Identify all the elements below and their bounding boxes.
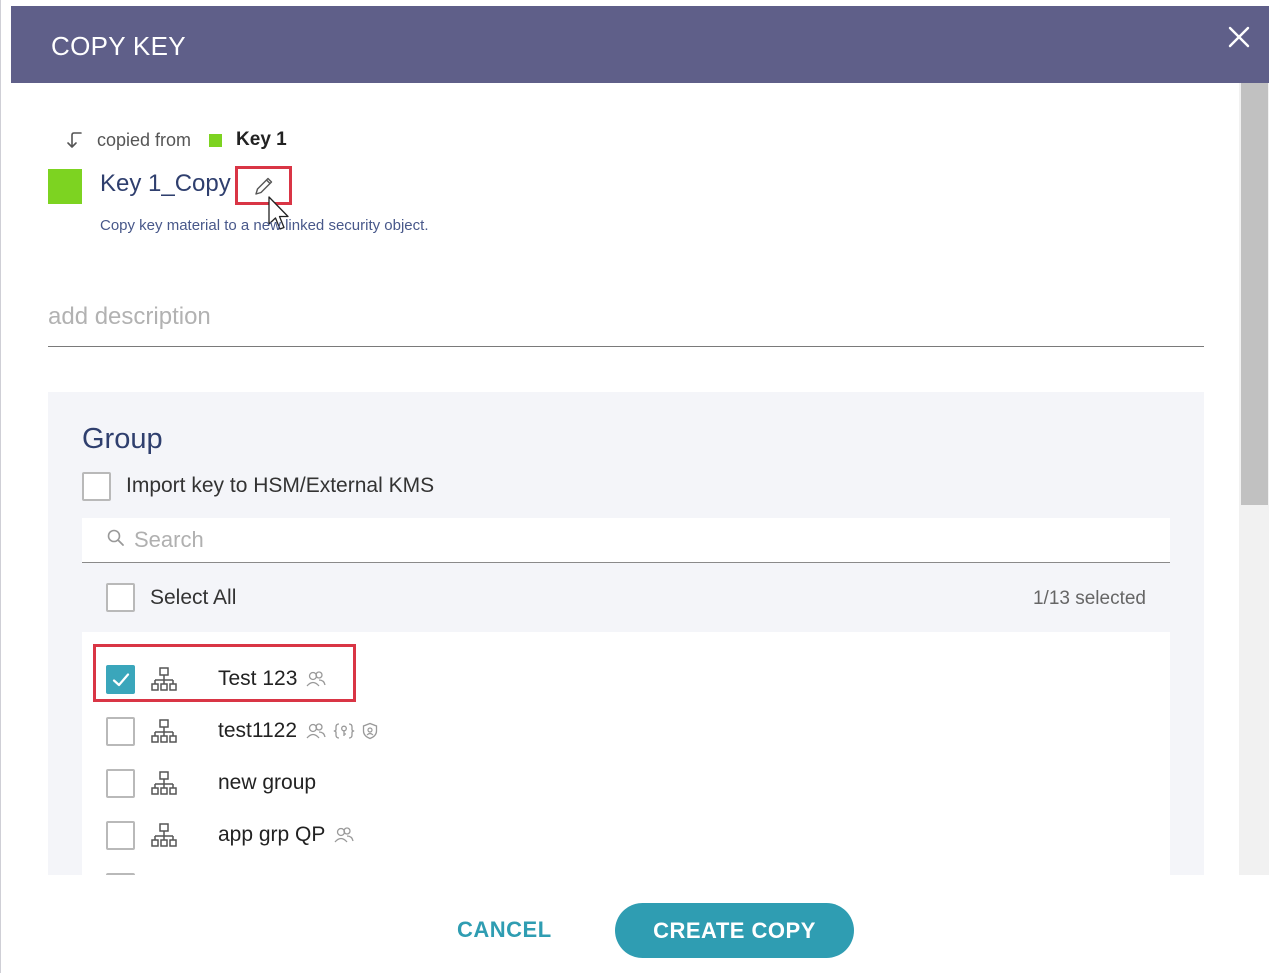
search-icon <box>106 528 126 548</box>
copy-key-dialog: COPY KEY copied from Key 1 Key 1_Copy Co… <box>0 0 1269 973</box>
users-icon <box>306 723 326 739</box>
dialog-header: COPY KEY <box>11 6 1269 83</box>
group-name: new group <box>218 771 317 794</box>
dialog-scrollbar[interactable] <box>1239 83 1269 875</box>
group-checkbox[interactable] <box>106 769 135 798</box>
list-item[interactable]: Test 123 <box>82 654 1170 706</box>
group-hierarchy-icon <box>150 822 178 850</box>
create-copy-button[interactable]: CREATE COPY <box>615 903 854 958</box>
group-title: Group <box>82 423 163 455</box>
search-input[interactable] <box>134 522 1134 558</box>
description-input[interactable] <box>48 288 1204 347</box>
select-all-checkbox[interactable] <box>106 583 135 612</box>
users-icon <box>306 671 327 687</box>
dialog-title: COPY KEY <box>51 31 186 61</box>
list-item-partial <box>82 862 1170 875</box>
group-hierarchy-icon <box>150 666 178 694</box>
group-name: app grp QP <box>218 823 355 847</box>
key-color-swatch <box>48 169 82 204</box>
pencil-icon <box>254 177 272 195</box>
return-arrow-icon <box>65 129 87 151</box>
key-braces-icon <box>333 723 355 739</box>
close-icon[interactable] <box>1226 24 1252 50</box>
new-key-name: Key 1_Copy <box>100 170 231 197</box>
source-key-name[interactable]: Key 1 <box>236 129 287 151</box>
group-checkbox[interactable] <box>106 665 135 694</box>
list-item[interactable]: app grp QP <box>82 810 1170 862</box>
copied-from-line: copied from Key 1 <box>65 129 287 151</box>
cancel-button[interactable]: CANCEL <box>457 917 552 943</box>
group-list: Test 123 test1122 new group app grp QP <box>82 632 1170 875</box>
selected-count: 1/13 selected <box>1032 588 1146 609</box>
check-icon <box>112 673 130 687</box>
import-hsm-label[interactable]: Import key to HSM/External KMS <box>126 474 434 498</box>
group-name: test1122 <box>218 719 379 743</box>
group-hierarchy-icon <box>150 718 178 746</box>
group-search <box>82 518 1170 563</box>
shield-icon <box>362 722 378 740</box>
group-checkbox[interactable] <box>106 821 135 850</box>
scrollbar-thumb[interactable] <box>1241 83 1268 505</box>
list-item[interactable]: new group <box>82 758 1170 810</box>
select-all-label[interactable]: Select All <box>150 586 236 610</box>
group-checkbox[interactable] <box>106 717 135 746</box>
group-hierarchy-icon <box>150 770 178 798</box>
group-panel: Group Import key to HSM/External KMS Sel… <box>48 392 1204 875</box>
source-color-swatch <box>209 133 223 147</box>
dialog-footer: CANCEL CREATE COPY <box>11 875 1269 973</box>
users-icon <box>334 827 355 843</box>
group-name: Test 123 <box>218 667 327 691</box>
import-hsm-checkbox[interactable] <box>82 472 111 501</box>
copied-from-label: copied from <box>97 129 192 150</box>
key-description-text: Copy key material to a new linked securi… <box>100 217 429 234</box>
list-item[interactable]: test1122 <box>82 706 1170 758</box>
